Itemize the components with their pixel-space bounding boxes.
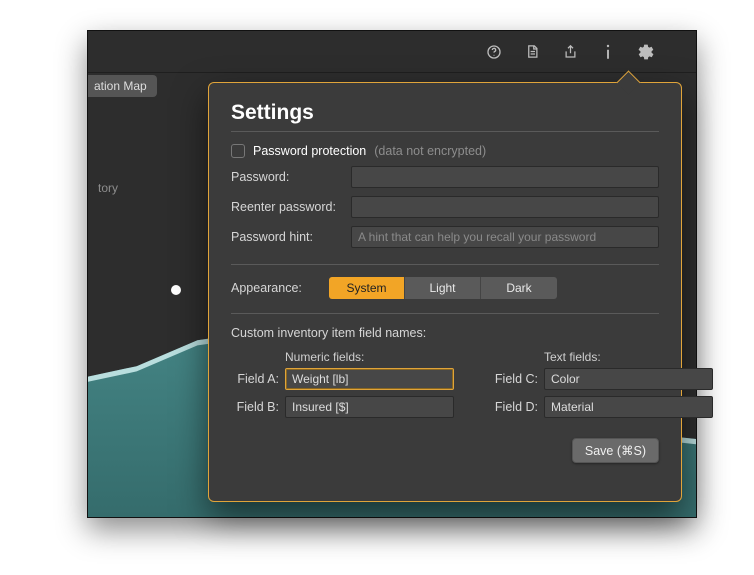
reenter-password-input[interactable] bbox=[351, 196, 659, 218]
numeric-fields-header: Numeric fields: bbox=[231, 350, 454, 364]
field-d-input[interactable] bbox=[544, 396, 713, 418]
appearance-option-light[interactable]: Light bbox=[405, 277, 481, 299]
password-protection-note: (data not encrypted) bbox=[374, 144, 486, 158]
field-c-input[interactable] bbox=[544, 368, 713, 390]
chart-y-label: tory bbox=[98, 181, 118, 195]
field-a-label: Field A: bbox=[231, 372, 279, 386]
divider bbox=[231, 131, 659, 132]
save-button[interactable]: Save (⌘S) bbox=[572, 438, 659, 463]
divider bbox=[231, 313, 659, 314]
tab-location-map[interactable]: ation Map bbox=[87, 75, 157, 97]
toolbar bbox=[88, 31, 696, 73]
password-hint-input[interactable] bbox=[351, 226, 659, 248]
info-icon[interactable] bbox=[598, 42, 618, 62]
appearance-label: Appearance: bbox=[231, 281, 321, 295]
appearance-option-system[interactable]: System bbox=[329, 277, 405, 299]
password-input[interactable] bbox=[351, 166, 659, 188]
text-fields-header: Text fields: bbox=[490, 350, 713, 364]
popover-title: Settings bbox=[231, 101, 659, 125]
settings-popover: Settings Password protection (data not e… bbox=[208, 82, 682, 502]
document-icon[interactable] bbox=[522, 42, 542, 62]
custom-fields-heading: Custom inventory item field names: bbox=[231, 326, 659, 340]
chart-datapoint[interactable] bbox=[171, 285, 181, 295]
share-icon[interactable] bbox=[560, 42, 580, 62]
gear-icon[interactable] bbox=[636, 42, 656, 62]
password-label: Password: bbox=[231, 170, 343, 184]
divider bbox=[231, 264, 659, 265]
help-icon[interactable] bbox=[484, 42, 504, 62]
field-c-label: Field C: bbox=[490, 372, 538, 386]
password-hint-label: Password hint: bbox=[231, 230, 343, 244]
password-protection-checkbox[interactable] bbox=[231, 144, 245, 158]
appearance-option-dark[interactable]: Dark bbox=[481, 277, 557, 299]
field-a-input[interactable] bbox=[285, 368, 454, 390]
password-protection-label: Password protection bbox=[253, 144, 366, 158]
appearance-segmented-control: System Light Dark bbox=[329, 277, 557, 299]
reenter-password-label: Reenter password: bbox=[231, 200, 343, 214]
field-b-input[interactable] bbox=[285, 396, 454, 418]
field-b-label: Field B: bbox=[231, 400, 279, 414]
field-d-label: Field D: bbox=[490, 400, 538, 414]
